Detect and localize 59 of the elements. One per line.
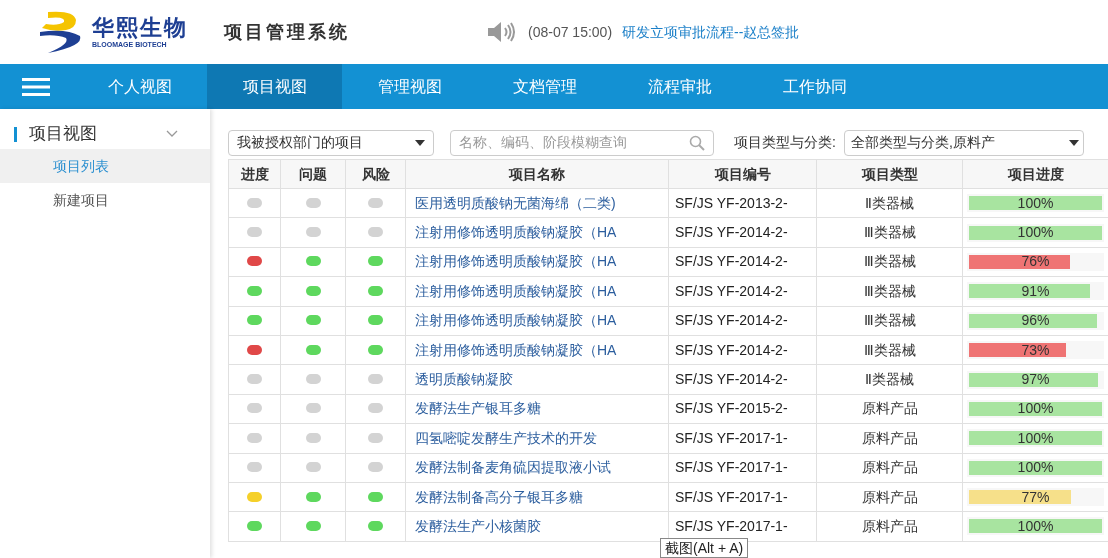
table-cell: SF/JS YF-2017-1-: [668, 482, 817, 512]
table-cell: Ⅲ类器械: [816, 306, 963, 336]
table-cell: 原料产品: [816, 511, 963, 542]
notice-time: (08-07 15:00): [528, 22, 613, 42]
progress-reading: 91%: [1020, 284, 1051, 299]
table-cell: Ⅲ类器械: [816, 335, 963, 365]
column-header: 项目进度: [962, 159, 1108, 189]
progress-reading: 73%: [1020, 343, 1051, 358]
scope-dropdown[interactable]: 我被授权部门的项目: [228, 129, 434, 156]
progress-reading: 97%: [1020, 372, 1051, 387]
type-dropdown[interactable]: 全部类型与分类,原料产: [843, 129, 1084, 156]
progress-reading: 76%: [1020, 254, 1051, 269]
table-cell: Ⅲ类器械: [816, 217, 963, 248]
brand-name: 华熙生物: [92, 16, 188, 39]
progress-reading: 77%: [1020, 490, 1051, 505]
sidebar-section[interactable]: 项目视图: [29, 121, 97, 147]
chevron-icon[interactable]: [166, 130, 178, 138]
table-cell: SF/JS YF-2014-2-: [668, 335, 817, 365]
tooltip: 截图(Alt + A): [660, 538, 749, 558]
table-cell: SF/JS YF-2014-2-: [668, 364, 817, 395]
column-header: 项目编号: [668, 159, 817, 189]
notice-link[interactable]: 研发立项审批流程--赵总签批: [622, 21, 800, 43]
progress-reading: 100%: [1016, 196, 1055, 211]
column-header: 进度: [228, 159, 281, 189]
table-cell: SF/JS YF-2017-1-: [668, 423, 817, 453]
progress-reading: 100%: [1016, 225, 1055, 240]
table-cell: 原料产品: [816, 394, 963, 424]
table-cell: 原料产品: [816, 453, 963, 483]
column-header: 项目名称: [405, 159, 669, 189]
search-icon: [689, 134, 705, 151]
table-cell: Ⅱ类器械: [816, 364, 963, 395]
type-filter-label: 项目类型与分类:: [734, 133, 836, 152]
table-cell: SF/JS YF-2014-2-: [668, 247, 817, 277]
progress-reading: 100%: [1016, 519, 1055, 534]
table-cell: Ⅱ类器械: [816, 188, 963, 218]
caret-icon: [1068, 139, 1079, 146]
table-cell: SF/JS YF-2014-2-: [668, 217, 817, 248]
table-cell: Ⅲ类器械: [816, 276, 963, 307]
progress-reading: 100%: [1016, 431, 1055, 446]
column-header: 问题: [280, 159, 346, 189]
progress-reading: 96%: [1020, 313, 1051, 328]
search-field[interactable]: 名称、编码、阶段模糊查询: [450, 129, 714, 156]
nav-tab[interactable]: 项目视图: [207, 64, 342, 109]
table-cell: 原料产品: [816, 423, 963, 453]
progress-reading: 100%: [1016, 401, 1055, 416]
table-cell: SF/JS YF-2017-1-: [668, 453, 817, 483]
table-cell: SF/JS YF-2014-2-: [668, 276, 817, 307]
caret-icon: [415, 139, 425, 146]
speaker-icon: [486, 21, 516, 43]
column-header: 风险: [345, 159, 406, 189]
progress-reading: 100%: [1016, 460, 1055, 475]
table-cell: SF/JS YF-2015-2-: [668, 394, 817, 424]
table-cell: SF/JS YF-2014-2-: [668, 306, 817, 336]
column-header: 项目类型: [816, 159, 963, 189]
sidebar-item[interactable]: 新建项目: [0, 183, 210, 217]
table-cell: Ⅲ类器械: [816, 247, 963, 277]
app-title: 项目管理系统: [224, 20, 350, 44]
table-cell: 原料产品: [816, 482, 963, 512]
table-cell: SF/JS YF-2013-2-: [668, 188, 817, 218]
